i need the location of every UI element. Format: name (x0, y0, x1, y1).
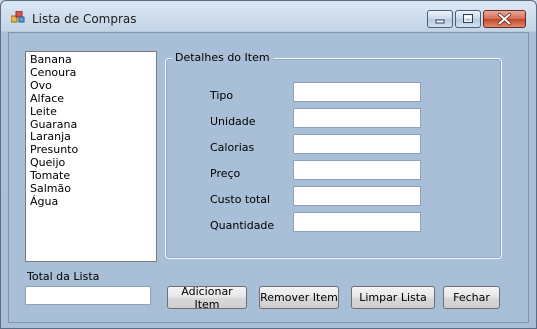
window-title: Lista de Compras (32, 12, 137, 26)
shopping-list-box[interactable]: Banana Cenoura Ovo Alface Leite Guarana Laranj… (25, 51, 157, 262)
main-window: Lista de Compras Banana Cenoura Ovo Alfa… (0, 0, 537, 329)
unit-label: Unidade (210, 115, 256, 128)
remove-item-button[interactable]: Remover Item (259, 286, 339, 309)
minimize-icon (435, 19, 445, 24)
app-icon (11, 11, 25, 23)
price-field[interactable] (293, 160, 421, 180)
item-details-title: Detalhes do Item (172, 51, 273, 64)
price-label: Preço (210, 167, 241, 180)
clear-list-button[interactable]: Limpar Lista (351, 286, 435, 309)
form-client-area: Banana Cenoura Ovo Alface Leite Guarana Laranj… (8, 32, 529, 323)
maximize-button[interactable] (455, 10, 481, 28)
list-item[interactable]: Banana (30, 53, 156, 67)
maximize-icon (463, 14, 473, 23)
total-cost-label: Custo total (210, 193, 271, 206)
quantity-field[interactable] (293, 212, 421, 232)
close-form-button[interactable]: Fechar (443, 286, 500, 309)
list-item[interactable]: Alface (30, 92, 156, 106)
title-bar[interactable]: Lista de Compras (1, 1, 536, 33)
list-total-label: Total da Lista (27, 270, 100, 283)
quantity-label: Quantidade (210, 219, 275, 232)
close-button[interactable] (483, 10, 526, 28)
unit-field[interactable] (293, 108, 421, 128)
add-item-button[interactable]: Adicionar Item (167, 285, 247, 311)
close-icon (497, 12, 512, 26)
list-total-field[interactable] (25, 286, 151, 305)
total-cost-field[interactable] (293, 186, 421, 206)
calories-label: Calorias (210, 141, 255, 154)
list-item[interactable]: Cenoura (30, 66, 156, 80)
list-item[interactable]: Ovo (30, 79, 156, 93)
list-item[interactable]: Água (30, 195, 156, 209)
minimize-button[interactable] (427, 10, 453, 28)
calories-field[interactable] (293, 134, 421, 154)
list-item[interactable]: Leite (30, 105, 156, 119)
type-field[interactable] (293, 82, 421, 102)
shopping-list: Banana Cenoura Ovo Alface Leite Guarana Laranj… (26, 52, 156, 209)
type-label: Tipo (210, 89, 234, 102)
